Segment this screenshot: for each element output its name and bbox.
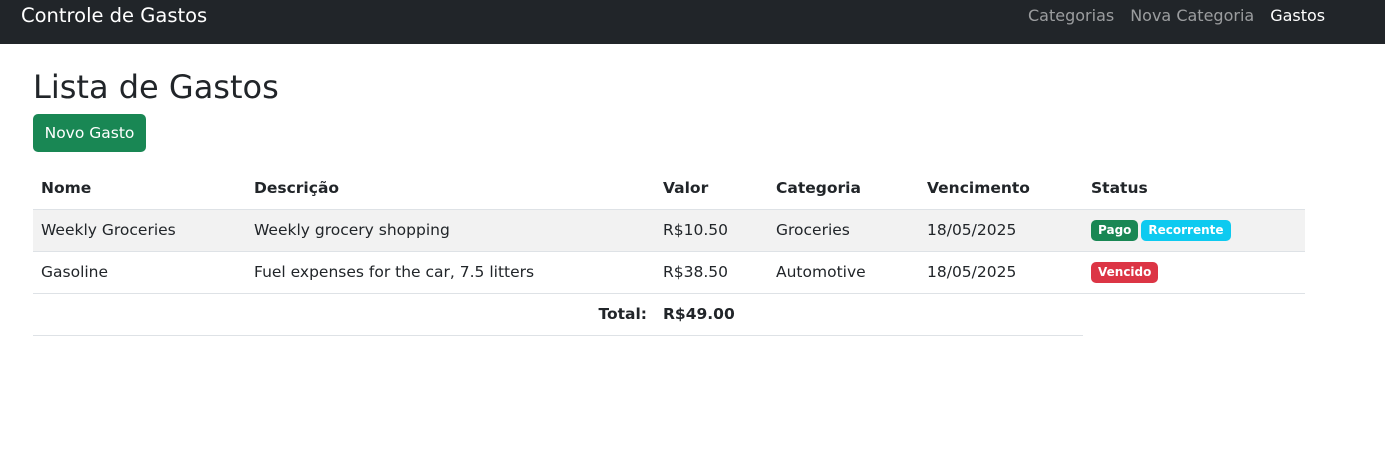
cell-nome: Gasoline: [33, 251, 246, 294]
header-status: Status: [1083, 168, 1305, 210]
cell-valor: R$10.50: [655, 209, 768, 252]
total-empty: [1083, 293, 1305, 335]
total-row: Total: R$49.00: [33, 293, 1305, 336]
page-title: Lista de Gastos: [33, 68, 279, 106]
header-categoria: Categoria: [768, 168, 919, 210]
nav-link-gastos[interactable]: Gastos: [1270, 6, 1325, 26]
cell-valor: R$38.50: [655, 251, 768, 294]
header-descricao: Descrição: [246, 168, 655, 210]
nav-links: Categorias Nova Categoria Gastos: [1028, 6, 1325, 26]
total-label: Total:: [33, 293, 655, 336]
cell-status: Vencido: [1083, 251, 1305, 294]
cell-categoria: Automotive: [768, 251, 919, 294]
new-expense-button[interactable]: Novo Gasto: [33, 114, 146, 152]
table-header-row: Nome Descrição Valor Categoria Venciment…: [33, 168, 1305, 210]
status-badge-vencido: Vencido: [1091, 261, 1159, 283]
status-badge-recorrente: Recorrente: [1141, 219, 1231, 241]
navbar-brand[interactable]: Controle de Gastos: [21, 5, 207, 27]
header-valor: Valor: [655, 168, 768, 210]
navbar: Controle de Gastos Categorias Nova Categ…: [0, 0, 1385, 44]
cell-vencimento: 18/05/2025: [919, 209, 1083, 252]
table-row: Gasoline Fuel expenses for the car, 7.5 …: [33, 251, 1305, 294]
cell-categoria: Groceries: [768, 209, 919, 252]
header-vencimento: Vencimento: [919, 168, 1083, 210]
cell-descricao: Fuel expenses for the car, 7.5 litters: [246, 251, 655, 294]
cell-nome: Weekly Groceries: [33, 209, 246, 252]
total-filler: [768, 293, 1083, 336]
expenses-table: Nome Descrição Valor Categoria Venciment…: [33, 168, 1305, 336]
table-row: Weekly Groceries Weekly grocery shopping…: [33, 209, 1305, 252]
header-nome: Nome: [33, 168, 246, 210]
cell-descricao: Weekly grocery shopping: [246, 209, 655, 252]
cell-vencimento: 18/05/2025: [919, 251, 1083, 294]
status-badge-pago: Pago: [1091, 219, 1139, 241]
cell-status: Pago Recorrente: [1083, 209, 1305, 252]
nav-link-categorias[interactable]: Categorias: [1028, 6, 1114, 26]
total-value: R$49.00: [655, 293, 768, 336]
nav-link-nova-categoria[interactable]: Nova Categoria: [1130, 6, 1254, 26]
